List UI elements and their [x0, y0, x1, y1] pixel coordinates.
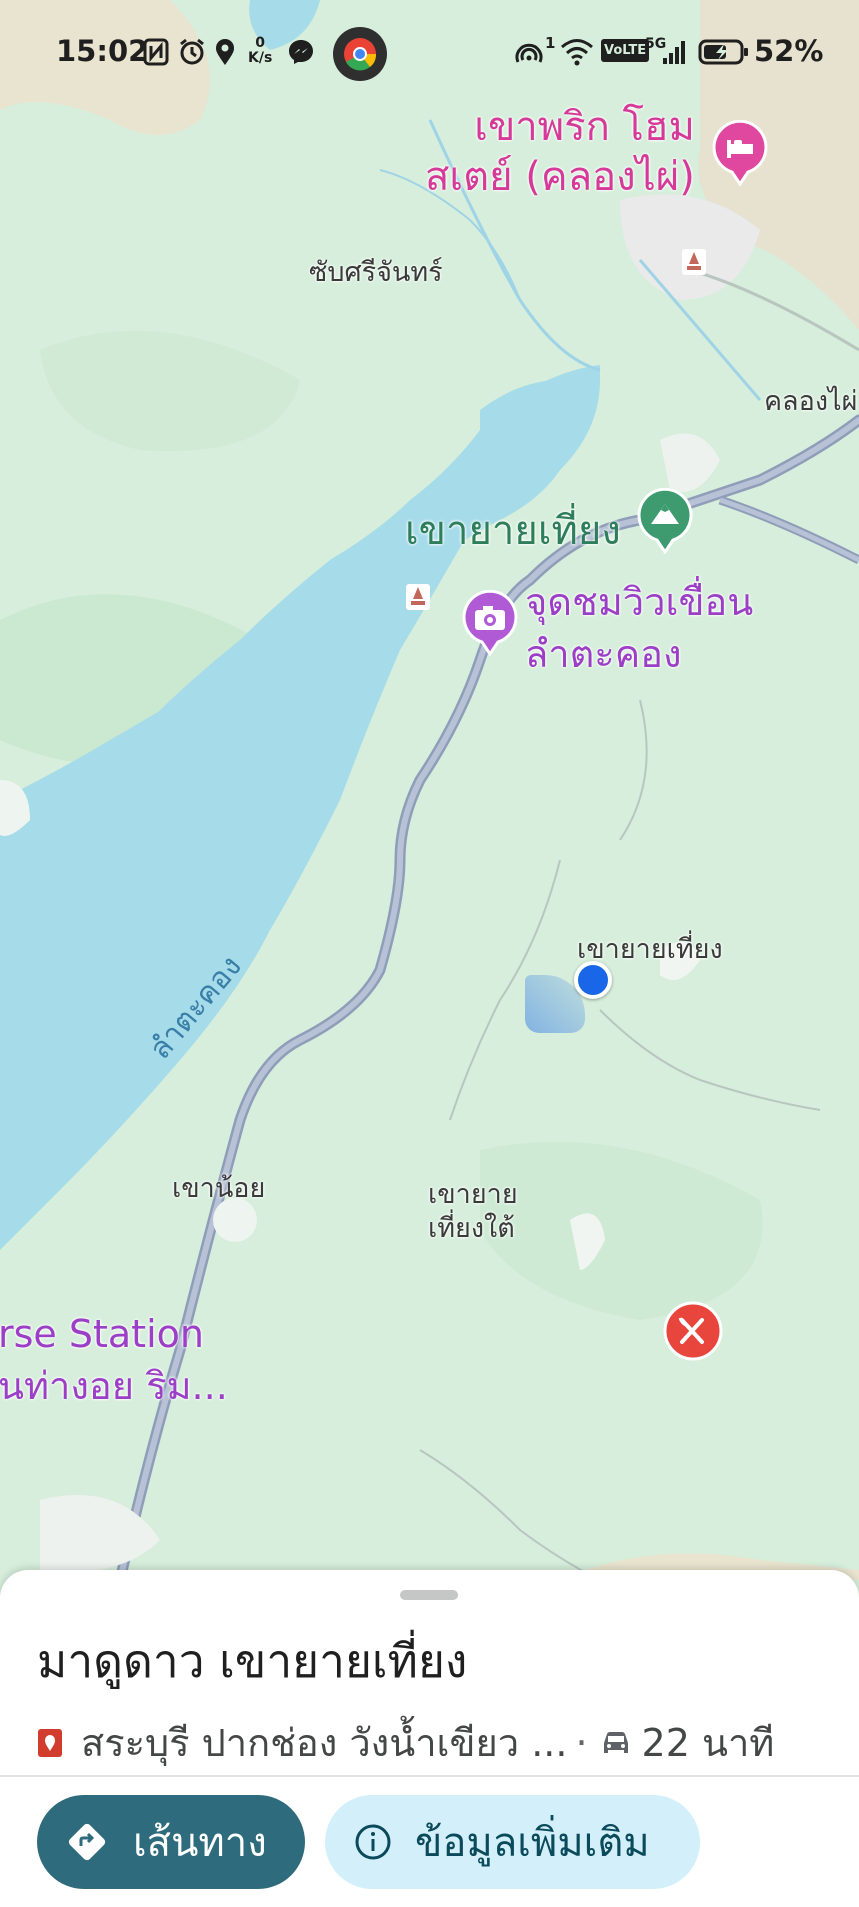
chrome-icon [344, 38, 377, 71]
sap-sri-chan-label: ซับศรีจันทร์ [309, 257, 443, 288]
viewpoint-camera-icon[interactable] [460, 590, 520, 656]
park-mountain-icon[interactable] [635, 488, 695, 554]
directions-label: เส้นทาง [133, 1820, 267, 1866]
khao-yai-thiang-tai-line1: เขายาย [428, 1179, 518, 1210]
horse-station-line1: rse Station [0, 1312, 204, 1356]
viewpoint-label-line1: จุดชมวิวเขื่อน [525, 580, 754, 624]
more-info-button[interactable]: ข้อมูลเพิ่มเติม [325, 1795, 700, 1889]
viewpoint-label-line2: ลำตะคอง [525, 632, 682, 676]
place-address: สระบุรี ปากช่อง วังน้ำเขียว ... [81, 1721, 568, 1765]
homestay-label-line1: เขาพริก โฮม [474, 104, 695, 150]
alarm-icon [180, 38, 204, 65]
homestay-label-line2: สเตย์ (คลองไผ่) [425, 154, 695, 200]
viewpoint-label[interactable]: จุดชมวิวเขื่อน ลำตะคอง [525, 576, 753, 680]
khlong-phai-label: คลองไผ่ [764, 386, 858, 417]
signal-icon [663, 41, 685, 64]
net-speed-value: 0 [255, 35, 266, 51]
battery-charging-icon [698, 39, 748, 65]
temple-icon [406, 584, 430, 610]
net-speed-unit: K/s [248, 50, 273, 66]
homestay-label[interactable]: เขาพริก โฮม สเตย์ (คลองไผ่) [425, 102, 695, 202]
messenger-icon [289, 40, 313, 64]
info-icon [355, 1824, 391, 1860]
place-sheet[interactable]: มาดูดาว เขายายเที่ยง สระบุรี ปากช่อง วัง… [0, 1570, 859, 1907]
location-icon [216, 39, 234, 65]
net-speed: 0 K/s [248, 36, 272, 66]
horse-station-line2: นท่างอย ริม... [0, 1364, 228, 1408]
place-subtitle: สระบุรี ปากช่อง วังน้ำเขียว ... · 22 นาท… [37, 1712, 774, 1773]
car-icon [603, 1731, 628, 1753]
signal-badge: 1 [545, 34, 556, 52]
directions-button[interactable]: เส้นทาง [37, 1795, 305, 1889]
volte-badge: VoLTE [601, 39, 650, 62]
khao-noi-label: เขาน้อย [172, 1173, 266, 1204]
place-title: มาดูดาว เขายายเที่ยง [37, 1634, 468, 1688]
temple-icon [682, 249, 706, 275]
battery-percent: 52% [754, 34, 824, 68]
directions-icon [68, 1823, 106, 1861]
status-time: 15:02 [56, 34, 149, 68]
drive-time: 22 นาที [641, 1721, 775, 1765]
khao-yai-thiang-poi-label[interactable]: เขายายเที่ยง [405, 498, 621, 562]
wifi-icon [561, 39, 593, 66]
my-location-dot[interactable] [574, 961, 612, 999]
status-bar: 15:02 0 K/s 1 VoLTE 5G 52% [0, 0, 859, 104]
more-info-label: ข้อมูลเพิ่มเติม [415, 1820, 650, 1866]
horse-station-label[interactable]: rse Station นท่างอย ริม... [0, 1308, 228, 1412]
khao-yai-thiang-tai-label: เขายาย เที่ยงใต้ [428, 1178, 518, 1246]
hotspot-icon [515, 43, 543, 63]
subtitle-separator: · [575, 1720, 588, 1765]
hotel-pin-icon[interactable] [710, 120, 770, 186]
restaurant-icon[interactable] [662, 1300, 724, 1362]
khao-yai-thiang-tai-line2: เที่ยงใต้ [428, 1213, 515, 1244]
chrome-bubble[interactable] [333, 27, 387, 81]
location-pin-icon [38, 1728, 62, 1757]
nfc-icon [143, 38, 169, 66]
sheet-divider [0, 1775, 859, 1777]
sheet-drag-handle[interactable] [400, 1590, 458, 1600]
